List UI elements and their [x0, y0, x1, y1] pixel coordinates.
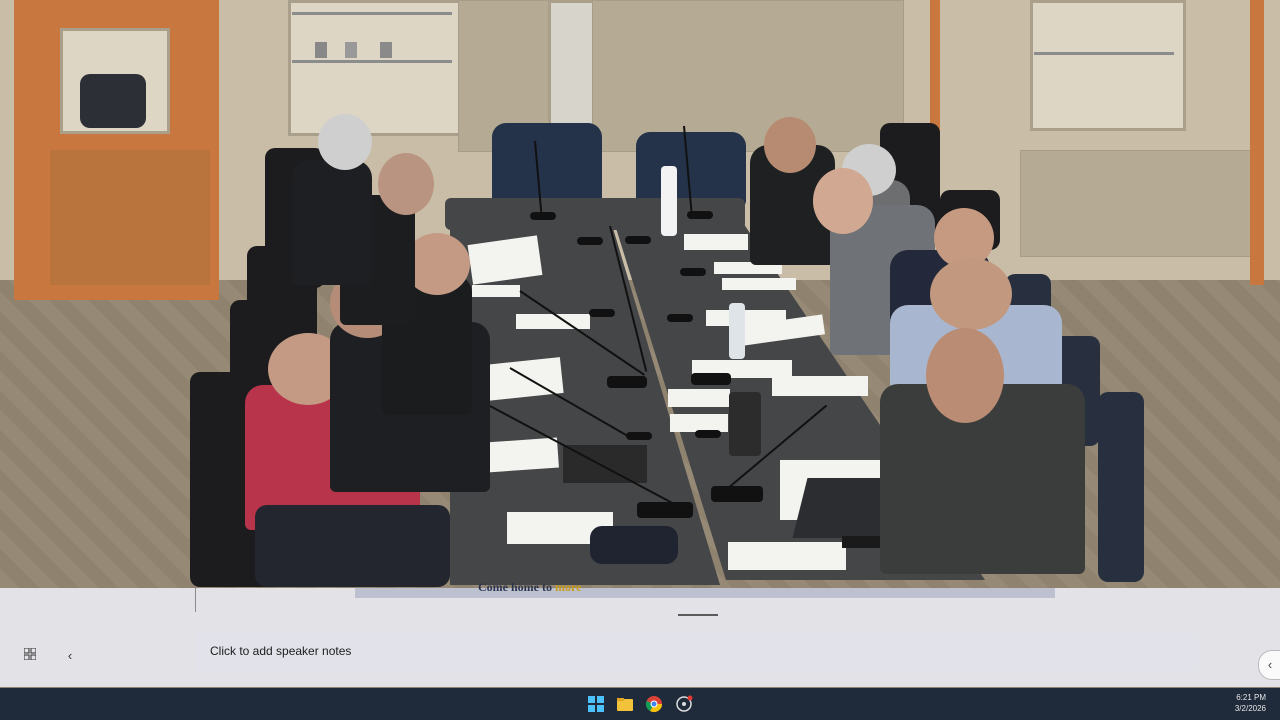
display-shelf	[292, 12, 452, 15]
wall-panel	[1020, 150, 1262, 257]
paper	[772, 376, 868, 396]
mug	[315, 42, 327, 58]
display-case	[288, 0, 464, 136]
paper	[516, 314, 590, 329]
door-panel	[50, 150, 210, 285]
microphone-base	[695, 430, 721, 438]
microphone-base	[530, 212, 556, 220]
microphone-base	[691, 373, 731, 385]
clock-date: 3/2/2026	[1234, 704, 1266, 713]
slide-edge	[355, 588, 1055, 598]
paper	[684, 234, 748, 250]
speaker-notes-field[interactable]: Click to add speaker notes	[197, 633, 1199, 671]
person-head	[764, 117, 816, 173]
meeting-video	[0, 0, 1280, 588]
microphone-base	[577, 237, 603, 245]
microphone-base	[667, 314, 693, 322]
recording-app-icon[interactable]	[675, 695, 693, 713]
taskbar: 6:21 PM 3/2/2026	[0, 688, 1280, 720]
microphone-base	[625, 236, 651, 244]
pane-divider	[195, 588, 196, 612]
clock[interactable]: 6:21 PM 3/2/2026	[1235, 692, 1266, 714]
slide-partial-text: Come home to more	[478, 580, 581, 595]
person-head	[813, 168, 873, 234]
paper	[728, 542, 846, 570]
clock-time: 6:21 PM	[1236, 693, 1266, 702]
paper	[722, 278, 796, 290]
microphone-base	[589, 309, 615, 317]
doorway	[548, 0, 598, 128]
cap	[590, 526, 678, 564]
display-case-right	[1030, 0, 1186, 131]
paper	[472, 285, 520, 297]
slide-text: Come home to	[478, 580, 555, 594]
person-black-jacket	[292, 160, 372, 285]
notes-resize-handle[interactable]	[678, 614, 718, 616]
water-bottle	[729, 303, 745, 359]
microphone-base	[607, 376, 647, 388]
person-head	[378, 153, 434, 215]
file-explorer-icon[interactable]	[616, 695, 634, 713]
display-shelf	[1034, 52, 1174, 55]
tumbler	[729, 392, 761, 456]
chevron-left-icon[interactable]: ‹	[61, 647, 79, 665]
person-head	[318, 114, 372, 170]
microphone-base	[637, 502, 693, 518]
empty-chair	[492, 123, 602, 203]
paper	[485, 437, 559, 473]
person-lap	[255, 505, 450, 587]
mug	[380, 42, 392, 58]
background-chair	[80, 74, 146, 128]
microphone-base	[711, 486, 763, 502]
water-bottle	[661, 166, 677, 236]
person-head	[930, 258, 1012, 330]
mug	[345, 42, 357, 58]
speaker-notes-placeholder: Click to add speaker notes	[210, 644, 352, 658]
display-shelf	[292, 60, 452, 63]
slide-text-highlight: more	[554, 580, 582, 594]
person-head	[926, 328, 1004, 423]
expand-panel-button[interactable]: ‹	[1258, 650, 1280, 680]
chrome-icon[interactable]	[645, 695, 663, 713]
paper	[668, 389, 730, 407]
chair	[1098, 392, 1144, 582]
wood-trim	[1250, 0, 1264, 285]
windows-start-icon[interactable]	[587, 695, 605, 713]
grid-icon[interactable]	[21, 647, 39, 665]
wall-panel	[592, 0, 904, 152]
microphone-base	[680, 268, 706, 276]
